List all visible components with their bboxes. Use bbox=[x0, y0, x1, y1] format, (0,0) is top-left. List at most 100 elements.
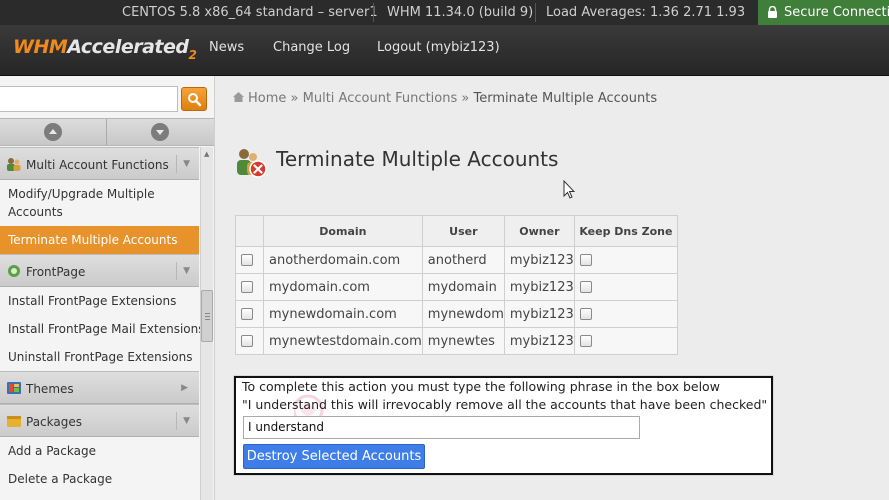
status-bar: CENTOS 5.8 x86_64 standard – server1 WHM… bbox=[0, 0, 889, 25]
sidebar-item-modify-upgrade[interactable]: Modify/Upgrade Multiple Accounts bbox=[0, 180, 199, 226]
chevron-down-icon[interactable]: ▼ bbox=[183, 416, 190, 426]
scroll-up-button[interactable] bbox=[0, 119, 106, 145]
scroll-down-button[interactable] bbox=[106, 119, 212, 145]
user-cell: mynewtes bbox=[421, 327, 505, 355]
mouse-cursor-icon bbox=[563, 180, 575, 199]
lock-icon bbox=[768, 6, 777, 18]
search-input[interactable] bbox=[0, 86, 178, 112]
table-row: mynewtestdomain.com mynewtes mybiz123 bbox=[235, 327, 678, 355]
breadcrumb-separator: » bbox=[290, 91, 299, 106]
whm-logo[interactable]: WHMAccelerated2 bbox=[13, 36, 197, 62]
page-title: Terminate Multiple Accounts bbox=[276, 147, 559, 171]
divider bbox=[373, 3, 374, 22]
accounts-table: Domain User Owner Keep Dns Zone anotherd… bbox=[235, 215, 678, 355]
column-header-domain[interactable]: Domain bbox=[263, 215, 423, 247]
sidebar-category-themes[interactable]: Themes ▶ bbox=[0, 371, 199, 404]
sidebar-item-uninstall-frontpage[interactable]: Uninstall FrontPage Extensions bbox=[0, 343, 199, 371]
breadcrumb-current: Terminate Multiple Accounts bbox=[473, 91, 658, 106]
domain-cell: mynewdomain.com bbox=[263, 300, 423, 328]
domain-cell: anotherdomain.com bbox=[263, 246, 423, 274]
breadcrumb: Home » Multi Account Functions » Termina… bbox=[232, 91, 657, 106]
nav-logout-link[interactable]: Logout (mybiz123) bbox=[377, 40, 500, 55]
logo-whm-text: WHM bbox=[13, 36, 68, 58]
column-header-keep-dns: Keep Dns Zone bbox=[573, 215, 678, 247]
chevron-right-icon[interactable]: ▶ bbox=[181, 383, 188, 393]
themes-icon bbox=[7, 382, 21, 394]
owner-cell: mybiz123 bbox=[503, 246, 575, 274]
sidebar-category-frontpage[interactable]: FrontPage ▼ bbox=[0, 254, 199, 287]
table-header-row: Domain User Owner Keep Dns Zone bbox=[235, 215, 678, 247]
sidebar-category-label: FrontPage bbox=[26, 265, 86, 279]
breadcrumb-separator: » bbox=[461, 91, 470, 106]
column-header-user[interactable]: User bbox=[421, 215, 505, 247]
keep-dns-checkbox[interactable] bbox=[579, 253, 592, 266]
server-info: CENTOS 5.8 x86_64 standard – server1 bbox=[122, 5, 378, 20]
logo-version-number: 2 bbox=[188, 48, 197, 62]
sidebar-category-label: Packages bbox=[26, 415, 82, 429]
select-account-checkbox[interactable] bbox=[241, 280, 253, 293]
secure-connection-label: Secure Connection bbox=[784, 5, 889, 20]
search-button[interactable] bbox=[181, 87, 207, 111]
chevron-down-icon[interactable]: ▼ bbox=[183, 159, 190, 169]
domain-cell: mydomain.com bbox=[263, 273, 423, 301]
column-header-select bbox=[235, 215, 264, 247]
sidebar-scrollbar[interactable]: ▲ bbox=[200, 147, 213, 500]
select-account-checkbox[interactable] bbox=[241, 334, 253, 347]
breadcrumb-section-link[interactable]: Multi Account Functions bbox=[303, 91, 458, 106]
confirm-instruction-text: To complete this action you must type th… bbox=[242, 379, 720, 394]
sidebar-item-delete-package[interactable]: Delete a Package bbox=[0, 465, 199, 493]
nav-news-link[interactable]: News bbox=[209, 40, 244, 55]
destroy-selected-accounts-button[interactable]: Destroy Selected Accounts bbox=[243, 444, 425, 469]
select-account-checkbox[interactable] bbox=[241, 307, 253, 320]
packages-icon bbox=[7, 416, 21, 427]
scrollbar-thumb[interactable] bbox=[201, 290, 213, 342]
home-icon[interactable] bbox=[232, 91, 245, 103]
sidebar-item-install-frontpage-mail[interactable]: Install FrontPage Mail Extensions bbox=[0, 315, 205, 343]
sidebar-category-packages[interactable]: Packages ▼ bbox=[0, 404, 199, 437]
select-account-checkbox[interactable] bbox=[241, 253, 253, 266]
logo-accelerated-text: Accelerated bbox=[67, 36, 189, 58]
table-row: mynewdomain.com mynewdom mybiz123 bbox=[235, 300, 678, 328]
whm-version: WHM 11.34.0 (build 9) bbox=[387, 5, 534, 20]
keep-dns-checkbox[interactable] bbox=[579, 334, 592, 347]
keep-dns-checkbox[interactable] bbox=[579, 307, 592, 320]
sidebar-item-add-package[interactable]: Add a Package bbox=[0, 437, 199, 465]
keep-dns-checkbox[interactable] bbox=[579, 280, 592, 293]
search-icon bbox=[188, 93, 202, 107]
arrow-up-icon bbox=[44, 123, 62, 141]
confirmation-panel: To complete this action you must type th… bbox=[234, 376, 773, 475]
sidebar: Multi Account Functions ▼ Modify/Upgrade… bbox=[0, 76, 215, 500]
domain-cell: mynewtestdomain.com bbox=[263, 327, 423, 355]
table-row: mydomain.com mydomain mybiz123 bbox=[235, 273, 678, 301]
owner-cell: mybiz123 bbox=[503, 327, 575, 355]
frontpage-icon bbox=[8, 265, 20, 277]
column-header-owner[interactable]: Owner bbox=[503, 215, 575, 247]
terminate-accounts-icon bbox=[237, 149, 267, 178]
divider bbox=[535, 3, 536, 22]
sidebar-scroll-arrows bbox=[0, 118, 214, 146]
sidebar-item-terminate[interactable]: Terminate Multiple Accounts bbox=[0, 226, 199, 254]
scroll-up-arrow-icon[interactable]: ▲ bbox=[204, 150, 209, 158]
user-cell: mynewdom bbox=[421, 300, 505, 328]
confirm-phrase-input[interactable]: I understand bbox=[243, 416, 640, 439]
owner-cell: mybiz123 bbox=[503, 273, 575, 301]
confirm-phrase-text: "I understand this will irrevocably remo… bbox=[242, 397, 768, 412]
table-row: anotherdomain.com anotherd mybiz123 bbox=[235, 246, 678, 274]
sidebar-item-install-frontpage[interactable]: Install FrontPage Extensions bbox=[0, 287, 199, 315]
users-icon bbox=[7, 158, 21, 171]
user-cell: mydomain bbox=[421, 273, 505, 301]
arrow-down-icon bbox=[151, 123, 169, 141]
sidebar-category-multi-account[interactable]: Multi Account Functions ▼ bbox=[0, 147, 199, 180]
load-averages: Load Averages: 1.36 2.71 1.93 bbox=[546, 5, 746, 20]
sidebar-category-label: Multi Account Functions bbox=[26, 158, 169, 172]
sidebar-menu: Multi Account Functions ▼ Modify/Upgrade… bbox=[0, 147, 205, 493]
user-cell: anotherd bbox=[421, 246, 505, 274]
sidebar-category-label: Themes bbox=[26, 382, 74, 396]
breadcrumb-home-link[interactable]: Home bbox=[248, 91, 286, 106]
secure-connection-badge[interactable]: Secure Connection bbox=[758, 0, 889, 25]
top-header: WHMAccelerated2 News Change Log Logout (… bbox=[0, 25, 889, 76]
sidebar-search bbox=[0, 80, 212, 116]
chevron-down-icon[interactable]: ▼ bbox=[183, 266, 190, 276]
owner-cell: mybiz123 bbox=[503, 300, 575, 328]
nav-changelog-link[interactable]: Change Log bbox=[273, 40, 350, 55]
